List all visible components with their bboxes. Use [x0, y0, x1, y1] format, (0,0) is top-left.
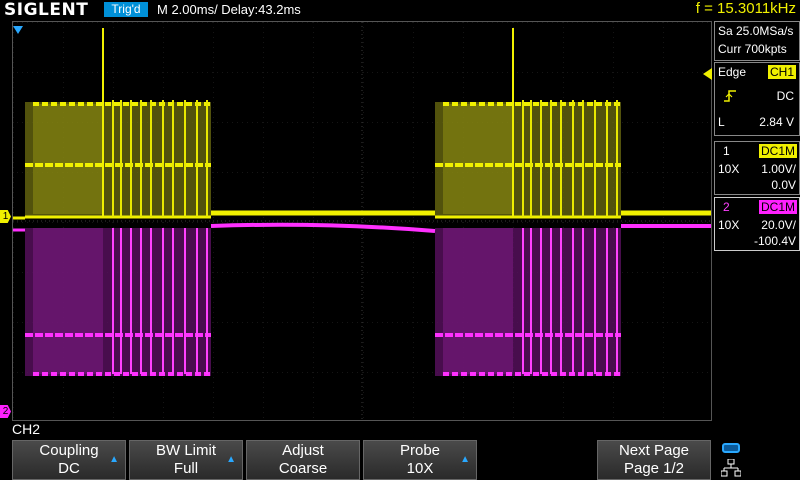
probe-softkey[interactable]: Probe 10X ▲ — [363, 440, 477, 480]
ch2-probe: 10X — [718, 218, 740, 232]
sample-rate: Sa 25.0MSa/s — [718, 24, 794, 38]
top-status-bar: SIGLENT Trig'd M 2.00ms/ Delay:43.2ms f … — [0, 0, 800, 20]
adjust-softkey[interactable]: Adjust Coarse — [246, 440, 360, 480]
acquisition-panel: Sa 25.0MSa/s Curr 700kpts — [714, 21, 800, 61]
ch2-scale: 20.0V/ — [761, 218, 796, 232]
bw-limit-softkey[interactable]: BW Limit Full ▲ — [129, 440, 243, 480]
usb-icon — [722, 443, 740, 453]
trigger-panel[interactable]: Edge CH1 DC L 2.84 V — [714, 62, 800, 136]
rising-edge-icon — [723, 89, 737, 102]
ch1-coupling: DC1M — [758, 144, 797, 158]
ch1-scale: 1.00V/ — [761, 162, 796, 176]
trigger-level-label: L — [718, 115, 725, 129]
empty-softkey[interactable] — [480, 440, 594, 480]
menu-title: CH2 — [12, 421, 41, 437]
trigger-type: Edge — [718, 65, 747, 79]
ch2-info-panel[interactable]: 2 DC1M 10X 20.0V/ -100.4V — [714, 197, 800, 251]
arrow-up-icon: ▲ — [109, 454, 119, 465]
ch2-offset: -100.4V — [753, 234, 796, 248]
memory-depth: Curr 700kpts — [718, 42, 787, 56]
next-page-value: Page 1/2 — [623, 460, 685, 477]
next-page-label: Next Page — [618, 442, 690, 459]
trigger-level: 2.84 V — [759, 115, 794, 129]
ch2-coupling: DC1M — [758, 200, 797, 214]
network-icon — [721, 459, 741, 477]
trigger-status-badge: Trig'd — [104, 2, 148, 17]
adjust-label: Adjust — [282, 442, 324, 459]
arrow-up-icon: ▲ — [460, 454, 470, 465]
waveform-canvas — [13, 22, 711, 420]
trigger-level-marker[interactable] — [703, 68, 712, 80]
ch1-probe: 10X — [718, 162, 740, 176]
frequency-counter: f = 15.3011kHz — [695, 0, 796, 17]
adjust-value: Coarse — [278, 460, 328, 477]
arrow-up-icon: ▲ — [226, 454, 236, 465]
ch1-number: 1 — [723, 144, 730, 158]
ch1-marker-label: 1 — [2, 211, 9, 222]
ch2-marker-label: 2 — [2, 406, 9, 417]
waveform-display[interactable] — [12, 21, 712, 421]
ch2-number: 2 — [723, 200, 730, 214]
next-page-softkey[interactable]: Next Page Page 1/2 — [597, 440, 711, 480]
ch1-info-panel[interactable]: 1 DC1M 10X 1.00V/ 0.0V — [714, 141, 800, 195]
trigger-source: CH1 — [767, 65, 796, 79]
ch1-offset: 0.0V — [771, 178, 796, 192]
trigger-coupling: DC — [776, 89, 794, 103]
coupling-softkey[interactable]: Coupling DC ▲ — [12, 440, 126, 480]
status-icons — [716, 441, 746, 479]
timebase-readout: M 2.00ms/ Delay:43.2ms — [157, 2, 301, 17]
ch2-level-marker[interactable]: 2 — [0, 405, 11, 418]
brand-logo: SIGLENT — [4, 0, 89, 20]
ch1-level-marker[interactable]: 1 — [0, 210, 11, 223]
